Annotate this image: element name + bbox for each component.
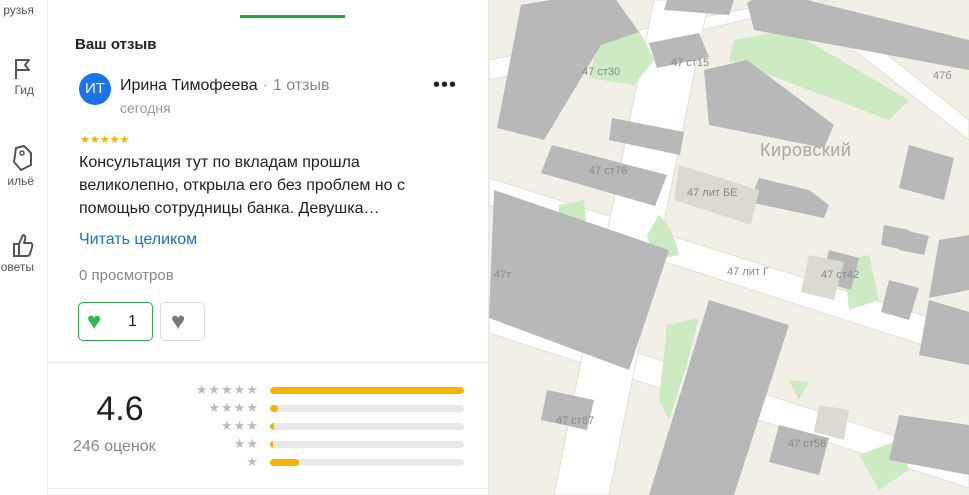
rating-row-2: ★★ (186, 436, 466, 451)
review-author: Ирина Тимофеева · 1 отзыв (120, 77, 330, 95)
rating-bar-track (270, 459, 464, 466)
rail-item-housing[interactable]: ильё (0, 144, 48, 188)
rating-row-4: ★★★★ (186, 400, 466, 415)
map-area[interactable]: Кировский 47 ст30 47 ст15 47б 47 ст76 47… (489, 0, 969, 495)
rail-item-friends-label: рузья (3, 3, 34, 17)
like-button[interactable]: ♥ 1 (78, 302, 153, 341)
author-review-count: 1 отзыв (272, 77, 330, 94)
rail-item-guide-label: Гид (14, 83, 34, 97)
rating-bar-fill (270, 405, 278, 412)
bottom-divider (48, 488, 488, 489)
rating-bar-track (270, 423, 464, 430)
rail-item-friends[interactable]: рузья (0, 1, 48, 17)
rating-bar-fill (270, 387, 464, 394)
read-more-link[interactable]: Читать целиком (79, 231, 197, 249)
rail-item-tips[interactable]: оветы (0, 232, 48, 274)
tag-icon (13, 145, 32, 171)
rating-bar-track (270, 387, 464, 394)
rating-row-3: ★★★ (186, 418, 466, 433)
rating-count: 246 оценок (73, 438, 156, 455)
review-text: Консультация тут по вкладам прошла велик… (79, 154, 405, 217)
rating-row-stars: ★ (246, 454, 259, 469)
map-label: 47т (494, 269, 512, 281)
section-title: Ваш отзыв (75, 36, 157, 53)
review-date: сегодня (120, 100, 171, 116)
rail-item-guide[interactable]: Гид (0, 57, 48, 97)
green-heart-icon: ♥ (87, 308, 102, 335)
map-label: 47б (933, 70, 952, 82)
left-rail: рузья Гид ильё оветы (0, 0, 48, 495)
rating-bar-fill (270, 459, 300, 466)
rating-row-stars: ★★★★★ (195, 382, 259, 397)
map-label: 47 ст42 (821, 269, 860, 281)
map-label: 47 ст56 (788, 438, 827, 450)
rating-bar-fill (270, 423, 274, 430)
map-label: 47 лит Г (727, 266, 769, 278)
active-tab-indicator (240, 15, 345, 18)
views-count: 0 просмотров (79, 267, 174, 284)
author-separator: · (262, 77, 268, 94)
rating-bar-fill (270, 441, 273, 448)
map-label: 47 ст76 (589, 165, 628, 177)
map-label: 47 ст87 (556, 415, 595, 427)
rating-row-stars: ★★★ (221, 418, 259, 433)
rail-item-housing-label: ильё (7, 174, 34, 188)
map-label: 47 ст15 (671, 57, 710, 69)
rail-item-tips-label: оветы (0, 260, 34, 274)
gray-heart-icon: ♥ (171, 308, 186, 335)
more-options-button[interactable]: ••• (433, 75, 456, 102)
author-name[interactable]: Ирина Тимофеева (120, 77, 258, 94)
review-stars: ★★★★★ (80, 134, 130, 146)
thumb-up-icon (13, 234, 34, 257)
review-panel: Ваш отзыв ИТ Ирина Тимофеева · 1 отзыв сег… (48, 0, 489, 495)
map-label: 47 ст30 (582, 66, 621, 78)
dislike-button[interactable]: ♥ (160, 302, 205, 341)
map-label: 47 лит БЕ (687, 187, 738, 199)
like-count: 1 (128, 313, 137, 330)
section-divider (48, 362, 488, 363)
average-rating: 4.6 (96, 390, 144, 428)
rating-row-5: ★★★★★ (186, 382, 466, 397)
flag-icon (15, 59, 30, 79)
rating-row-stars: ★★ (233, 436, 259, 451)
rating-row-stars: ★★★★ (208, 400, 259, 415)
rating-row-1: ★ (186, 454, 466, 469)
avatar[interactable]: ИТ (79, 73, 111, 105)
rating-bar-track (270, 405, 464, 412)
rating-bar-track (270, 441, 464, 448)
map-district-label: Кировский (760, 140, 852, 160)
